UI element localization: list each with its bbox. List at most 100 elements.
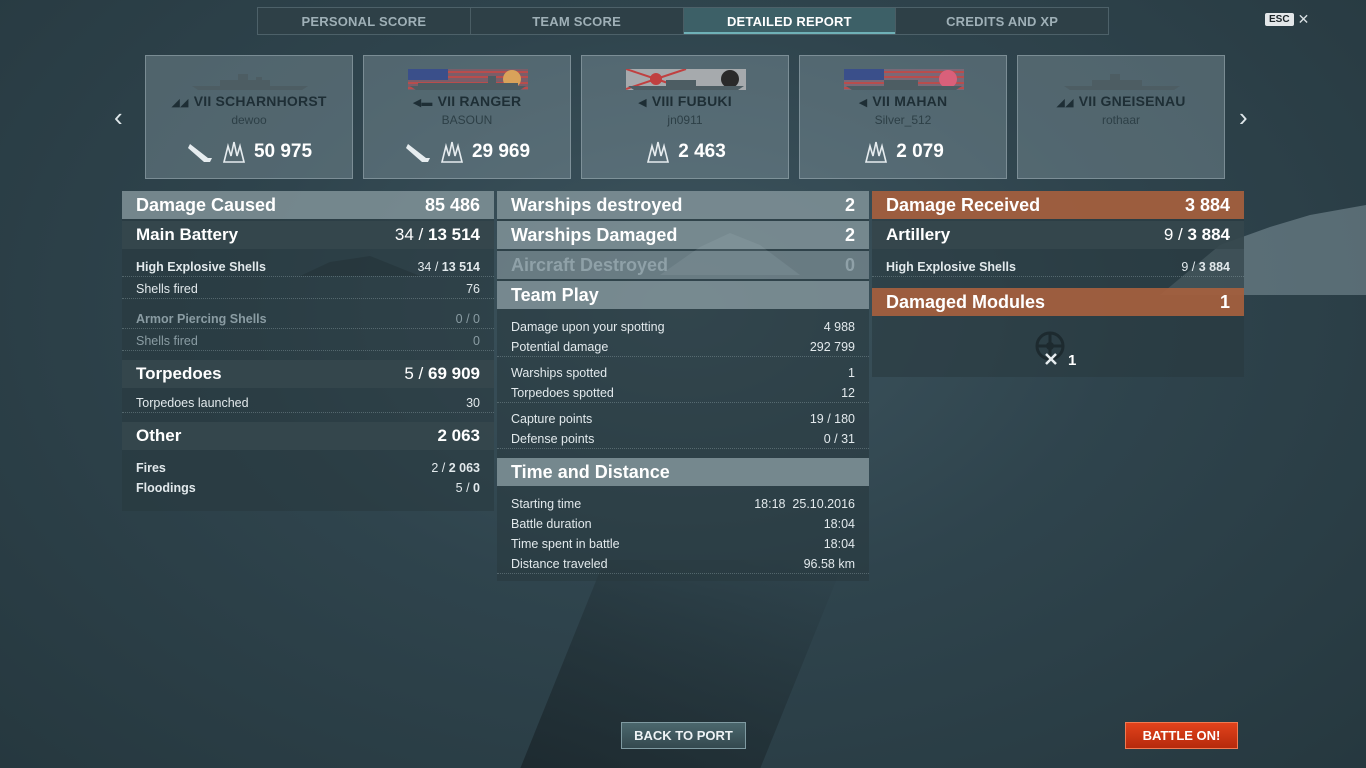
- damage-explosion-icon: [647, 141, 670, 163]
- tab-detailed-report[interactable]: DETAILED REPORT: [683, 8, 897, 34]
- back-to-port-button[interactable]: BACK TO PORT: [621, 722, 746, 749]
- label: Other: [136, 426, 182, 445]
- label: Defense points: [511, 431, 595, 446]
- destroyer-icon: ◀: [858, 97, 868, 109]
- hits: 9 /: [1163, 225, 1188, 244]
- ship-card[interactable]: ◢◢ VII SCHARNHORST dewoo 50 975: [145, 55, 353, 179]
- label: Distance traveled: [511, 556, 608, 571]
- value: 34 / 13 514: [417, 260, 480, 274]
- ship-tier: VII: [193, 93, 212, 109]
- warships-destroyed-row: Warships destroyed 2: [497, 191, 869, 219]
- ship-name: ◢◢ VII GNEISENAU: [1018, 93, 1224, 109]
- time-spent-row: Time spent in battle 18:04: [497, 534, 869, 554]
- team-play-header: Team Play: [497, 281, 869, 309]
- label: Artillery: [886, 225, 951, 244]
- value: 0 / 31: [823, 431, 855, 446]
- hits: 34 /: [394, 225, 428, 244]
- esc-close-button[interactable]: ESC ✕: [1265, 12, 1309, 26]
- label: Shells fired: [136, 333, 198, 348]
- value: 2: [844, 194, 855, 215]
- value: 0 / 0: [455, 311, 480, 326]
- ship-card[interactable]: ◀▬ VII RANGER BASOUN 29 969: [363, 55, 571, 179]
- label: Torpedoes launched: [136, 395, 249, 410]
- label: Warships spotted: [511, 366, 608, 380]
- warships-damaged-row: Warships Damaged 2: [497, 221, 869, 249]
- damage-explosion-icon: [222, 141, 245, 163]
- ship-tier: VIII: [651, 93, 674, 109]
- label: Armor Piercing Shells: [136, 311, 267, 326]
- damage-value: 29 969: [471, 141, 531, 162]
- label: Time and Distance: [511, 461, 670, 482]
- value: 1: [1219, 291, 1230, 312]
- torpedoes-spotted-row: Torpedoes spotted 12: [497, 383, 869, 403]
- value: 18:04: [823, 517, 855, 531]
- hits: 5 /: [455, 481, 474, 495]
- tab-credits-and-xp[interactable]: CREDITS AND XP: [896, 8, 1108, 34]
- aircraft-destroyed-row: Aircraft Destroyed 0: [497, 251, 869, 279]
- label: Battle duration: [511, 517, 592, 531]
- label: Torpedoes spotted: [511, 385, 614, 400]
- steering-gear-icon: [1035, 331, 1065, 365]
- ship-name-text: FUBUKI: [677, 93, 732, 109]
- battleship-icon: ◢◢: [1056, 97, 1074, 109]
- label: Starting time: [511, 497, 582, 511]
- damage-explosion-icon: [440, 141, 463, 163]
- team-play-panel: Warships destroyed 2 Warships Damaged 2 Ai…: [497, 191, 869, 581]
- label: Fires: [136, 461, 166, 475]
- value: 85 486: [424, 194, 480, 215]
- tab-team-score[interactable]: TEAM SCORE: [471, 8, 684, 34]
- fires-row: Fires 2 / 2 063: [122, 458, 494, 478]
- player-name: BASOUN: [441, 113, 493, 127]
- ship-silhouette-icon: [1064, 74, 1180, 90]
- label: Damage upon your spotting: [511, 320, 665, 334]
- torpedoes-launched-row: Torpedoes launched 30: [122, 393, 494, 413]
- label: Main Battery: [136, 225, 239, 244]
- label: Damage Caused: [136, 194, 277, 215]
- ap-shells-fired-row: Shells fired 0: [122, 331, 494, 351]
- value: 2: [844, 224, 855, 245]
- capture-points-row: Capture points 19 / 180: [497, 409, 869, 429]
- close-icon[interactable]: ✕: [1298, 12, 1310, 26]
- report-tabs: PERSONAL SCORE TEAM SCORE DETAILED REPOR…: [257, 7, 1109, 35]
- ship-silhouette-icon: [628, 80, 744, 90]
- ship-card[interactable]: ◢◢ VII GNEISENAU rothaar: [1017, 55, 1225, 179]
- next-arrow-icon[interactable]: ›: [1239, 104, 1248, 130]
- label: Warships Damaged: [511, 224, 678, 245]
- label: Team Play: [511, 284, 599, 305]
- value: 2 / 2 063: [431, 461, 480, 475]
- ship-name-text: MAHAN: [894, 93, 948, 109]
- label: Capture points: [511, 412, 593, 426]
- label: Aircraft Destroyed: [511, 254, 669, 275]
- value: 76: [466, 281, 480, 296]
- ship-stats: 2 079: [800, 140, 1006, 164]
- he-shells-received-row: High Explosive Shells 9 / 3 884: [872, 257, 1244, 277]
- warships-spotted-row: Warships spotted 1: [497, 363, 869, 383]
- value: 5 / 69 909: [404, 364, 480, 384]
- previous-arrow-icon[interactable]: ‹: [114, 104, 123, 130]
- ship-name-text: GNEISENAU: [1100, 93, 1186, 109]
- tab-personal-score[interactable]: PERSONAL SCORE: [258, 8, 471, 34]
- battle-duration-row: Battle duration 18:04: [497, 514, 869, 534]
- battle-on-button[interactable]: BATTLE ON!: [1125, 722, 1238, 749]
- player-name: jn0911: [667, 113, 703, 127]
- value: 12: [841, 385, 855, 400]
- label: Torpedoes: [136, 364, 222, 383]
- hits: 9 /: [1181, 259, 1199, 274]
- he-shells-fired-row: Shells fired 76: [122, 279, 494, 299]
- ship-tier: VII: [872, 93, 891, 109]
- label: Damage Received: [886, 194, 1041, 215]
- value: 5 / 0: [456, 481, 480, 495]
- label: Warships destroyed: [511, 194, 683, 215]
- hits: 5 /: [404, 364, 428, 383]
- ship-silhouette-icon: [192, 74, 308, 90]
- damage-caused-panel: Damage Caused 85 486 Main Battery 34 / 13 …: [122, 191, 494, 511]
- battleship-icon: ◢◢: [171, 97, 189, 109]
- ship-card[interactable]: ◀ VII MAHAN Silver_512 2 079: [799, 55, 1007, 179]
- ship-card[interactable]: ◀ VIII FUBUKI jn0911 2 463: [581, 55, 789, 179]
- value: 4 988: [823, 320, 855, 334]
- damaged-module-count: 1: [1068, 352, 1077, 369]
- starting-time-row: Starting time 18:18 25.10.2016: [497, 494, 869, 514]
- damage: 13 514: [428, 225, 480, 244]
- damage-value: 2 463: [678, 141, 726, 162]
- artillery-row: Artillery 9 / 3 884: [872, 221, 1244, 249]
